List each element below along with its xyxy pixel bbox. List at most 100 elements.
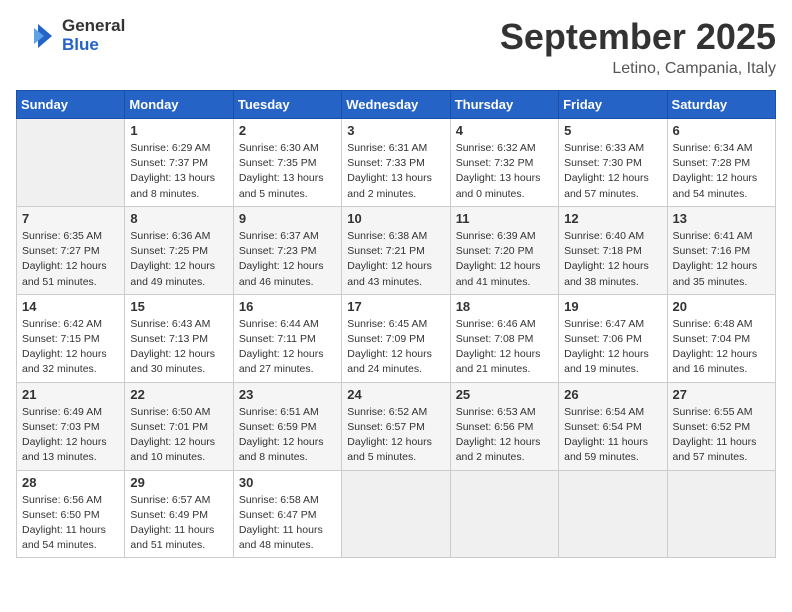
day-number: 10: [347, 211, 444, 226]
day-number: 19: [564, 299, 661, 314]
day-number: 13: [673, 211, 770, 226]
calendar-cell: 6 Sunrise: 6:34 AM Sunset: 7:28 PM Dayli…: [667, 119, 775, 207]
day-number: 26: [564, 387, 661, 402]
cell-info: Sunrise: 6:40 AM Sunset: 7:18 PM Dayligh…: [564, 229, 661, 290]
calendar-cell: [559, 470, 667, 558]
cell-info: Sunrise: 6:57 AM Sunset: 6:49 PM Dayligh…: [130, 493, 227, 554]
day-number: 16: [239, 299, 336, 314]
cell-info: Sunrise: 6:50 AM Sunset: 7:01 PM Dayligh…: [130, 405, 227, 466]
weekday-header: Thursday: [450, 91, 558, 119]
day-number: 23: [239, 387, 336, 402]
logo-blue: Blue: [62, 36, 125, 55]
day-number: 14: [22, 299, 119, 314]
cell-info: Sunrise: 6:35 AM Sunset: 7:27 PM Dayligh…: [22, 229, 119, 290]
day-number: 28: [22, 475, 119, 490]
cell-info: Sunrise: 6:34 AM Sunset: 7:28 PM Dayligh…: [673, 141, 770, 202]
calendar-cell: 14 Sunrise: 6:42 AM Sunset: 7:15 PM Dayl…: [17, 294, 125, 382]
day-number: 27: [673, 387, 770, 402]
calendar-cell: 15 Sunrise: 6:43 AM Sunset: 7:13 PM Dayl…: [125, 294, 233, 382]
logo-text: General Blue: [62, 17, 125, 54]
calendar-week-row: 21 Sunrise: 6:49 AM Sunset: 7:03 PM Dayl…: [17, 382, 776, 470]
cell-info: Sunrise: 6:29 AM Sunset: 7:37 PM Dayligh…: [130, 141, 227, 202]
calendar-cell: 3 Sunrise: 6:31 AM Sunset: 7:33 PM Dayli…: [342, 119, 450, 207]
calendar-cell: 29 Sunrise: 6:57 AM Sunset: 6:49 PM Dayl…: [125, 470, 233, 558]
calendar-cell: 5 Sunrise: 6:33 AM Sunset: 7:30 PM Dayli…: [559, 119, 667, 207]
day-number: 17: [347, 299, 444, 314]
cell-info: Sunrise: 6:51 AM Sunset: 6:59 PM Dayligh…: [239, 405, 336, 466]
day-number: 15: [130, 299, 227, 314]
cell-info: Sunrise: 6:37 AM Sunset: 7:23 PM Dayligh…: [239, 229, 336, 290]
calendar-cell: 12 Sunrise: 6:40 AM Sunset: 7:18 PM Dayl…: [559, 206, 667, 294]
cell-info: Sunrise: 6:49 AM Sunset: 7:03 PM Dayligh…: [22, 405, 119, 466]
cell-info: Sunrise: 6:31 AM Sunset: 7:33 PM Dayligh…: [347, 141, 444, 202]
calendar-cell: 17 Sunrise: 6:45 AM Sunset: 7:09 PM Dayl…: [342, 294, 450, 382]
calendar-cell: 19 Sunrise: 6:47 AM Sunset: 7:06 PM Dayl…: [559, 294, 667, 382]
calendar-week-row: 14 Sunrise: 6:42 AM Sunset: 7:15 PM Dayl…: [17, 294, 776, 382]
calendar-cell: 10 Sunrise: 6:38 AM Sunset: 7:21 PM Dayl…: [342, 206, 450, 294]
day-number: 4: [456, 123, 553, 138]
day-number: 5: [564, 123, 661, 138]
calendar-cell: 18 Sunrise: 6:46 AM Sunset: 7:08 PM Dayl…: [450, 294, 558, 382]
calendar-table: SundayMondayTuesdayWednesdayThursdayFrid…: [16, 90, 776, 558]
calendar-cell: [667, 470, 775, 558]
cell-info: Sunrise: 6:38 AM Sunset: 7:21 PM Dayligh…: [347, 229, 444, 290]
calendar-cell: 23 Sunrise: 6:51 AM Sunset: 6:59 PM Dayl…: [233, 382, 341, 470]
day-number: 6: [673, 123, 770, 138]
calendar-cell: 24 Sunrise: 6:52 AM Sunset: 6:57 PM Dayl…: [342, 382, 450, 470]
weekday-header: Wednesday: [342, 91, 450, 119]
day-number: 21: [22, 387, 119, 402]
calendar-cell: 11 Sunrise: 6:39 AM Sunset: 7:20 PM Dayl…: [450, 206, 558, 294]
calendar-cell: 21 Sunrise: 6:49 AM Sunset: 7:03 PM Dayl…: [17, 382, 125, 470]
cell-info: Sunrise: 6:45 AM Sunset: 7:09 PM Dayligh…: [347, 317, 444, 378]
title-block: September 2025 Letino, Campania, Italy: [500, 16, 776, 78]
logo-icon: [16, 16, 56, 56]
calendar-cell: 4 Sunrise: 6:32 AM Sunset: 7:32 PM Dayli…: [450, 119, 558, 207]
day-number: 12: [564, 211, 661, 226]
day-number: 2: [239, 123, 336, 138]
day-number: 1: [130, 123, 227, 138]
day-number: 22: [130, 387, 227, 402]
day-number: 20: [673, 299, 770, 314]
calendar-cell: 28 Sunrise: 6:56 AM Sunset: 6:50 PM Dayl…: [17, 470, 125, 558]
cell-info: Sunrise: 6:32 AM Sunset: 7:32 PM Dayligh…: [456, 141, 553, 202]
calendar-cell: 7 Sunrise: 6:35 AM Sunset: 7:27 PM Dayli…: [17, 206, 125, 294]
calendar-cell: 8 Sunrise: 6:36 AM Sunset: 7:25 PM Dayli…: [125, 206, 233, 294]
calendar-cell: 25 Sunrise: 6:53 AM Sunset: 6:56 PM Dayl…: [450, 382, 558, 470]
cell-info: Sunrise: 6:52 AM Sunset: 6:57 PM Dayligh…: [347, 405, 444, 466]
calendar-cell: 20 Sunrise: 6:48 AM Sunset: 7:04 PM Dayl…: [667, 294, 775, 382]
cell-info: Sunrise: 6:46 AM Sunset: 7:08 PM Dayligh…: [456, 317, 553, 378]
calendar-cell: [450, 470, 558, 558]
cell-info: Sunrise: 6:44 AM Sunset: 7:11 PM Dayligh…: [239, 317, 336, 378]
day-number: 25: [456, 387, 553, 402]
day-number: 18: [456, 299, 553, 314]
cell-info: Sunrise: 6:30 AM Sunset: 7:35 PM Dayligh…: [239, 141, 336, 202]
day-number: 7: [22, 211, 119, 226]
cell-info: Sunrise: 6:39 AM Sunset: 7:20 PM Dayligh…: [456, 229, 553, 290]
day-number: 9: [239, 211, 336, 226]
calendar-cell: 2 Sunrise: 6:30 AM Sunset: 7:35 PM Dayli…: [233, 119, 341, 207]
weekday-header-row: SundayMondayTuesdayWednesdayThursdayFrid…: [17, 91, 776, 119]
cell-info: Sunrise: 6:33 AM Sunset: 7:30 PM Dayligh…: [564, 141, 661, 202]
cell-info: Sunrise: 6:47 AM Sunset: 7:06 PM Dayligh…: [564, 317, 661, 378]
location: Letino, Campania, Italy: [500, 60, 776, 78]
cell-info: Sunrise: 6:54 AM Sunset: 6:54 PM Dayligh…: [564, 405, 661, 466]
calendar-cell: 22 Sunrise: 6:50 AM Sunset: 7:01 PM Dayl…: [125, 382, 233, 470]
calendar-cell: 16 Sunrise: 6:44 AM Sunset: 7:11 PM Dayl…: [233, 294, 341, 382]
cell-info: Sunrise: 6:58 AM Sunset: 6:47 PM Dayligh…: [239, 493, 336, 554]
day-number: 29: [130, 475, 227, 490]
calendar-cell: [17, 119, 125, 207]
cell-info: Sunrise: 6:53 AM Sunset: 6:56 PM Dayligh…: [456, 405, 553, 466]
calendar-cell: 30 Sunrise: 6:58 AM Sunset: 6:47 PM Dayl…: [233, 470, 341, 558]
logo: General Blue: [16, 16, 125, 56]
day-number: 24: [347, 387, 444, 402]
calendar-cell: 27 Sunrise: 6:55 AM Sunset: 6:52 PM Dayl…: [667, 382, 775, 470]
calendar-cell: 9 Sunrise: 6:37 AM Sunset: 7:23 PM Dayli…: [233, 206, 341, 294]
logo-general: General: [62, 17, 125, 36]
weekday-header: Tuesday: [233, 91, 341, 119]
calendar-cell: 1 Sunrise: 6:29 AM Sunset: 7:37 PM Dayli…: [125, 119, 233, 207]
calendar-cell: 26 Sunrise: 6:54 AM Sunset: 6:54 PM Dayl…: [559, 382, 667, 470]
cell-info: Sunrise: 6:55 AM Sunset: 6:52 PM Dayligh…: [673, 405, 770, 466]
day-number: 8: [130, 211, 227, 226]
day-number: 3: [347, 123, 444, 138]
calendar-week-row: 7 Sunrise: 6:35 AM Sunset: 7:27 PM Dayli…: [17, 206, 776, 294]
